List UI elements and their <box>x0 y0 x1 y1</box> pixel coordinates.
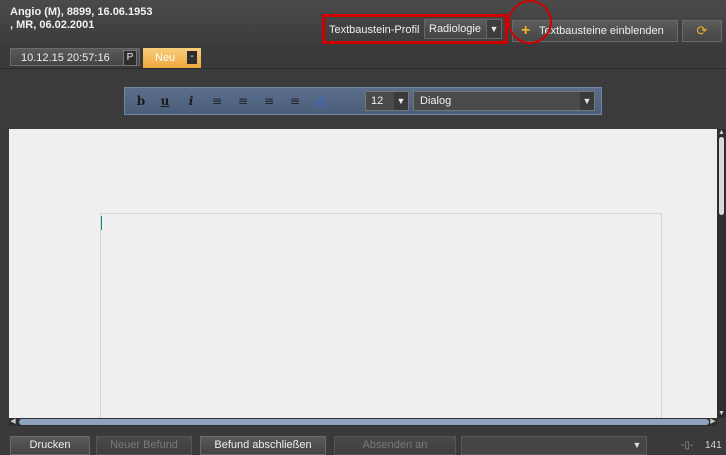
font-size-select[interactable]: 12 ▼ <box>365 91 409 111</box>
profile-label: Textbaustein-Profil <box>329 24 420 36</box>
vertical-scrollbar[interactable]: ▲ ▼ <box>717 129 726 418</box>
scroll-down-icon[interactable]: ▼ <box>717 410 726 418</box>
scroll-up-icon[interactable]: ▲ <box>717 129 726 137</box>
patient-info-line2: , MR, 06.02.2001 <box>10 19 95 31</box>
print-button[interactable]: Drucken <box>10 436 90 455</box>
tab-report-badge[interactable]: P <box>123 50 137 66</box>
horizontal-scrollbar[interactable]: ◀ ▶ <box>9 418 717 426</box>
tab-report-date[interactable]: 10.12.15 20:57:16 P <box>10 48 140 66</box>
zoom-slider-icon[interactable]: -▯- <box>681 440 693 451</box>
font-family-value: Dialog <box>420 95 452 107</box>
tab-new-close-button[interactable]: - <box>187 51 197 64</box>
vertical-scroll-thumb[interactable] <box>719 137 724 215</box>
editor-area[interactable] <box>9 129 717 419</box>
highlight-circle <box>508 0 552 44</box>
align-left-button[interactable]: ≡ <box>209 93 225 109</box>
patient-info-line1: Angio (M), 8899, 16.06.1953 <box>10 6 153 18</box>
font-family-select[interactable]: Dialog ▼ <box>413 91 595 111</box>
chevron-down-icon: ▼ <box>394 92 408 110</box>
toolbar-area: b u i ≡ ≡ ≡ ≡ A 12 ▼ Dialog ▼ <box>0 68 726 129</box>
zoom-value: 141 <box>705 440 722 451</box>
tab-bar: 10.12.15 20:57:16 P Neu - <box>0 46 726 68</box>
refresh-button[interactable]: ⟳ <box>682 20 722 42</box>
italic-button[interactable]: i <box>183 93 199 109</box>
tab-report-date-label: 10.12.15 20:57:16 <box>21 52 110 64</box>
chevron-down-icon: ▼ <box>486 20 501 38</box>
align-center-button[interactable]: ≡ <box>235 93 251 109</box>
text-caret <box>101 216 102 230</box>
profile-select[interactable]: Radiologie ▼ <box>424 19 502 39</box>
refresh-icon: ⟳ <box>696 23 708 38</box>
send-target-select[interactable]: ▼ <box>461 436 647 455</box>
scroll-left-icon[interactable]: ◀ <box>9 418 17 426</box>
chevron-down-icon: ▼ <box>632 440 642 450</box>
justify-button[interactable]: ≡ <box>287 93 303 109</box>
font-color-button[interactable]: A <box>313 93 329 109</box>
show-text-blocks-label: Textbausteine einblenden <box>539 25 664 37</box>
horizontal-scroll-thumb[interactable] <box>19 419 709 425</box>
finish-report-button[interactable]: Befund abschließen <box>200 436 326 455</box>
tab-new[interactable]: Neu - <box>143 48 201 68</box>
font-size-value: 12 <box>371 95 384 107</box>
footer-bar: Drucken Neuer Befund Befund abschließen … <box>0 430 726 455</box>
chevron-down-icon: ▼ <box>580 92 594 110</box>
format-toolbar: b u i ≡ ≡ ≡ ≡ A 12 ▼ Dialog ▼ <box>124 87 602 115</box>
new-report-button[interactable]: Neuer Befund <box>96 436 192 455</box>
scroll-right-icon[interactable]: ▶ <box>709 418 717 426</box>
send-to-button[interactable]: Absenden an <box>334 436 456 455</box>
document-page[interactable] <box>100 213 662 419</box>
profile-select-value: Radiologie <box>429 23 481 35</box>
tab-new-label: Neu <box>155 52 176 64</box>
align-right-button[interactable]: ≡ <box>261 93 277 109</box>
header-bar: Angio (M), 8899, 16.06.1953 , MR, 06.02.… <box>0 0 726 46</box>
bold-button[interactable]: b <box>133 93 149 109</box>
underline-button[interactable]: u <box>157 93 173 109</box>
